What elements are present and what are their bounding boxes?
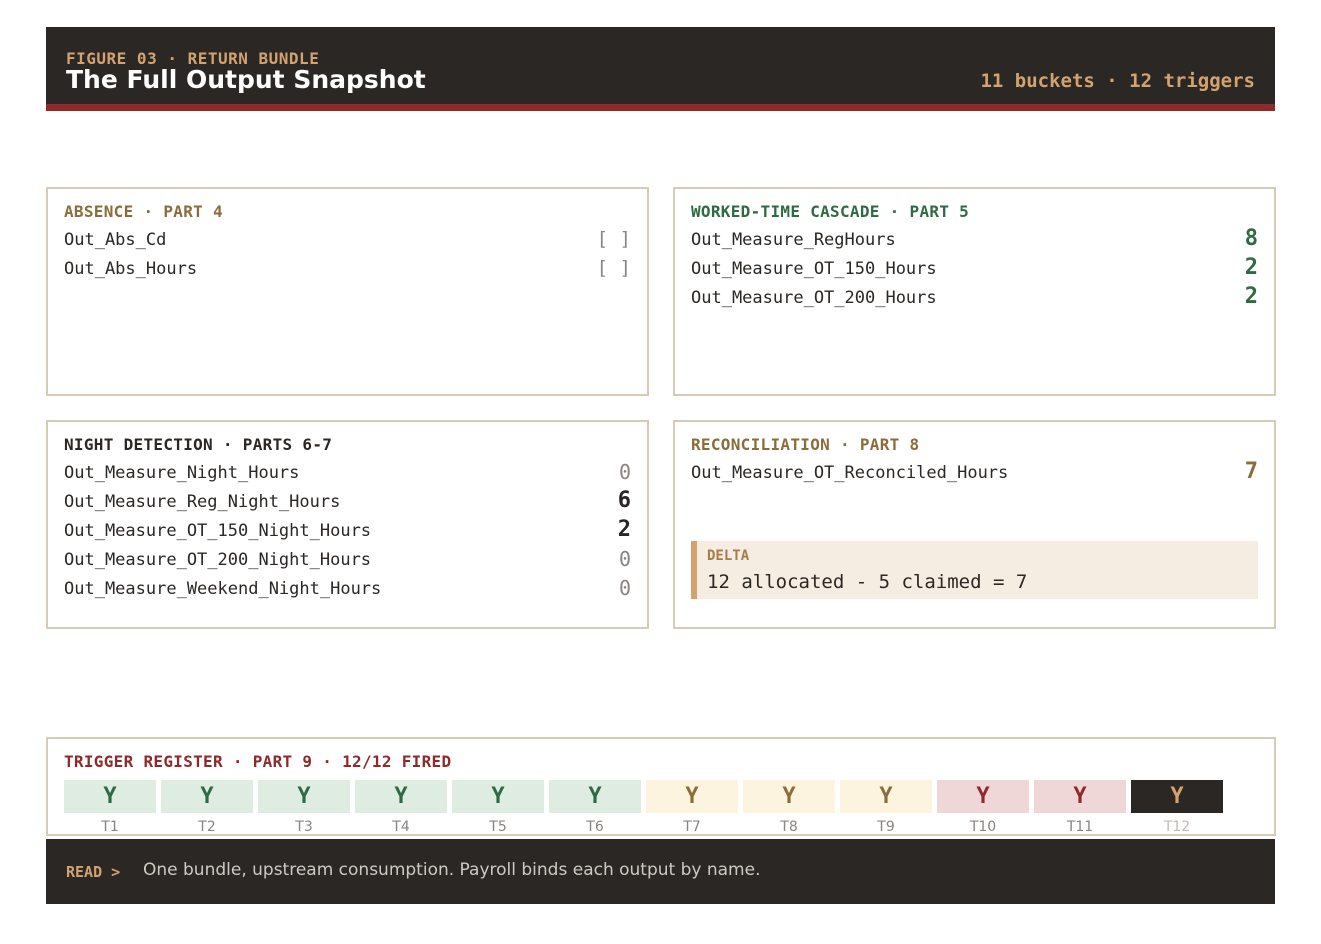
output-row: Out_Measure_RegHours 8 xyxy=(691,225,1258,254)
output-label: Out_Measure_OT_150_Hours xyxy=(691,259,937,279)
trigger-cell: Y xyxy=(840,780,932,813)
output-row: Out_Measure_OT_150_Night_Hours 2 xyxy=(64,516,631,545)
trigger-label: T2 xyxy=(198,819,216,835)
trigger-label: T3 xyxy=(295,819,313,835)
trigger-label: T9 xyxy=(877,819,895,835)
trigger-cell: Y xyxy=(355,780,447,813)
output-value: [ ] xyxy=(596,257,631,279)
trigger-cell: Y xyxy=(1034,780,1126,813)
output-label: Out_Measure_OT_200_Night_Hours xyxy=(64,550,372,570)
trigger-label: T8 xyxy=(780,819,798,835)
worked-time-title: WORKED-TIME CASCADE · PART 5 xyxy=(691,202,970,221)
output-row: Out_Abs_Cd [ ] xyxy=(64,225,631,254)
read-footer: READ > One bundle, upstream consumption.… xyxy=(46,839,1275,904)
output-row: Out_Measure_OT_200_Hours 2 xyxy=(691,283,1258,312)
reconciliation-title: RECONCILIATION · PART 8 xyxy=(691,435,920,454)
trigger-cell: Y xyxy=(452,780,544,813)
trigger-cell: Y xyxy=(161,780,253,813)
output-label: Out_Measure_RegHours xyxy=(691,230,896,250)
output-row: Out_Measure_OT_200_Night_Hours 0 xyxy=(64,545,631,574)
trigger-cell: Y xyxy=(646,780,738,813)
output-row: Out_Measure_Night_Hours 0 xyxy=(64,458,631,487)
header-meta: 11 buckets · 12 triggers xyxy=(980,70,1255,92)
output-label: Out_Measure_OT_Reconciled_Hours xyxy=(691,463,1009,483)
trigger-label: T4 xyxy=(392,819,410,835)
output-value: 8 xyxy=(1244,226,1258,251)
trigger-label: T11 xyxy=(1066,819,1094,835)
output-label: Out_Measure_OT_200_Hours xyxy=(691,288,937,308)
night-detection-panel: NIGHT DETECTION · PARTS 6-7 Out_Measure_… xyxy=(46,420,649,629)
absence-panel: ABSENCE · PART 4 Out_Abs_Cd [ ] Out_Abs_… xyxy=(46,187,649,396)
output-row: Out_Measure_OT_Reconciled_Hours 7 xyxy=(691,458,1258,487)
trigger-cell: Y xyxy=(1131,780,1223,813)
night-detection-title: NIGHT DETECTION · PARTS 6-7 xyxy=(64,435,333,454)
trigger-label: T12 xyxy=(1163,819,1191,835)
delta-formula: 12 allocated - 5 claimed = 7 xyxy=(707,571,1028,593)
trigger-label: T10 xyxy=(969,819,997,835)
output-row: Out_Measure_OT_150_Hours 2 xyxy=(691,254,1258,283)
delta-callout: DELTA 12 allocated - 5 claimed = 7 xyxy=(691,541,1258,599)
trigger-cell: Y xyxy=(549,780,641,813)
trigger-label: T6 xyxy=(586,819,604,835)
output-label: Out_Abs_Hours xyxy=(64,259,198,279)
trigger-cell: Y xyxy=(64,780,156,813)
absence-title: ABSENCE · PART 4 xyxy=(64,202,223,221)
output-label: Out_Measure_Reg_Night_Hours xyxy=(64,492,341,512)
output-row: Out_Abs_Hours [ ] xyxy=(64,254,631,283)
trigger-register-title: TRIGGER REGISTER · PART 9 · 12/12 FIRED xyxy=(64,752,452,771)
output-label: Out_Measure_OT_150_Night_Hours xyxy=(64,521,372,541)
trigger-label: T1 xyxy=(101,819,119,835)
output-value: 0 xyxy=(618,547,631,571)
delta-label: DELTA xyxy=(707,548,750,564)
output-label: Out_Abs_Cd xyxy=(64,230,167,250)
output-row: Out_Measure_Weekend_Night_Hours 0 xyxy=(64,574,631,603)
output-row: Out_Measure_Reg_Night_Hours 6 xyxy=(64,487,631,516)
output-value: 2 xyxy=(1244,284,1258,309)
reconciliation-panel: RECONCILIATION · PART 8 Out_Measure_OT_R… xyxy=(673,420,1276,629)
output-value: 6 xyxy=(617,488,631,513)
read-label: READ > xyxy=(66,863,121,881)
output-value: 2 xyxy=(1244,255,1258,280)
trigger-cell: Y xyxy=(937,780,1029,813)
worked-time-panel: WORKED-TIME CASCADE · PART 5 Out_Measure… xyxy=(673,187,1276,396)
read-text: One bundle, upstream consumption. Payrol… xyxy=(143,860,761,880)
trigger-cell: Y xyxy=(743,780,835,813)
output-value: 0 xyxy=(618,576,631,600)
output-value: 7 xyxy=(1244,459,1258,484)
trigger-cell: Y xyxy=(258,780,350,813)
output-value: 0 xyxy=(618,460,631,484)
figure-header: FIGURE 03 · RETURN BUNDLE The Full Outpu… xyxy=(46,27,1275,111)
trigger-label: T5 xyxy=(489,819,507,835)
output-label: Out_Measure_Weekend_Night_Hours xyxy=(64,579,382,599)
output-value: 2 xyxy=(617,517,631,542)
trigger-register-panel: TRIGGER REGISTER · PART 9 · 12/12 FIRED … xyxy=(46,737,1276,836)
output-label: Out_Measure_Night_Hours xyxy=(64,463,300,483)
output-value: [ ] xyxy=(596,228,631,250)
trigger-label: T7 xyxy=(683,819,701,835)
page-title: The Full Output Snapshot xyxy=(66,65,426,94)
